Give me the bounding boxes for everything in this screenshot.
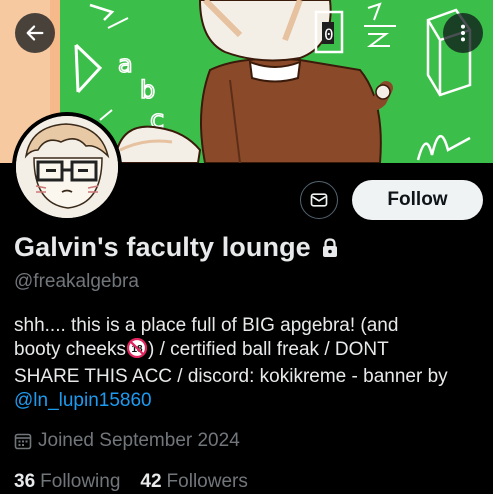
bio-line-1: shh.... this is a place full of BIG apge… (14, 315, 399, 336)
calendar-icon (14, 432, 32, 450)
lock-icon (321, 237, 339, 258)
profile-page: a b c 0 Follow Galvin's faculty lounge @… (0, 0, 493, 494)
bio-line-3: SHARE THIS ACC / discord: kokikreme - ba… (14, 366, 448, 387)
followers-label: Followers (166, 471, 248, 492)
following-label: Following (40, 471, 121, 492)
envelope-icon (310, 193, 328, 207)
avatar[interactable] (12, 112, 122, 222)
followers-link[interactable]: 42 Followers (140, 471, 247, 493)
joined-text: Joined September 2024 (38, 430, 240, 451)
display-name: Galvin's faculty lounge (14, 232, 311, 262)
back-button[interactable] (15, 13, 55, 53)
chalk-letter-b: b (140, 76, 155, 104)
more-vertical-icon (460, 24, 466, 42)
bio-line-2a: booty cheeks (14, 339, 126, 360)
joined-date: Joined September 2024 (14, 430, 240, 452)
following-link[interactable]: 36 Following (14, 471, 120, 493)
display-name-row: Galvin's faculty lounge (14, 232, 339, 263)
message-button[interactable] (300, 181, 338, 219)
chalk-letter-a: a (118, 50, 133, 78)
following-count: 36 (14, 471, 36, 492)
bio-line-2b: ) / certified ball freak / DONT (147, 339, 389, 360)
arrow-left-icon (26, 25, 44, 41)
followers-count: 42 (140, 471, 162, 492)
bio: shh.... this is a place full of BIG apge… (14, 314, 482, 413)
handle: @freakalgebra (14, 271, 139, 292)
bio-mention-link[interactable]: @ln_lupin15860 (14, 390, 152, 411)
svg-text:0: 0 (324, 25, 334, 44)
follow-button[interactable]: Follow (352, 180, 483, 220)
follow-stats: 36 Following 42 Followers (14, 471, 268, 493)
more-options-button[interactable] (443, 13, 483, 53)
avatar-illustration (16, 116, 118, 218)
bio-line-2: booty cheeks 18 ) / certified ball freak… (14, 337, 482, 365)
no-one-under-eighteen-emoji: 18 (126, 337, 148, 365)
